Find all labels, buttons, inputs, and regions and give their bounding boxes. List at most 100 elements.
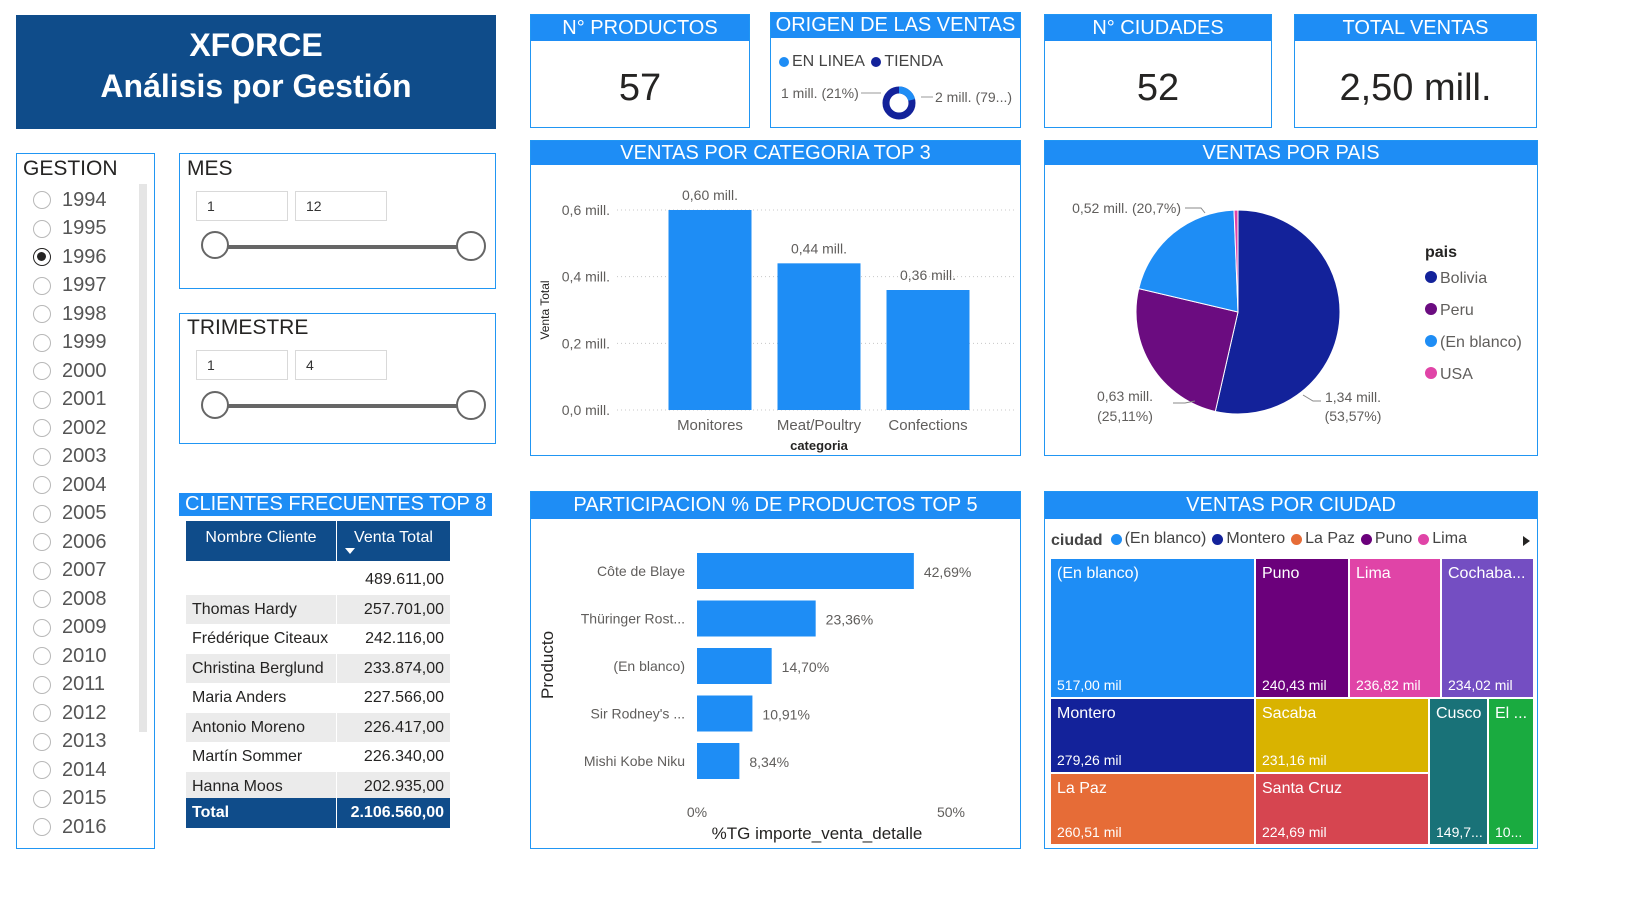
legend-label-bolivia[interactable]: Bolivia <box>1440 270 1487 287</box>
mes-slider-max-handle[interactable] <box>456 231 486 261</box>
mes-min-input[interactable]: 1 <box>196 191 288 221</box>
gestion-option-2005[interactable]: 2005 <box>33 501 107 527</box>
gestion-option-2002[interactable]: 2002 <box>33 415 107 441</box>
legend-marker-peru <box>1425 303 1437 315</box>
bar-monitores[interactable] <box>668 210 752 410</box>
gestion-option-label: 2005 <box>62 502 107 524</box>
trimestre-min-input[interactable]: 1 <box>196 350 288 380</box>
gestion-scrollbar[interactable] <box>139 184 147 732</box>
gestion-option-2001[interactable]: 2001 <box>33 387 107 413</box>
trimestre-slider-min-handle[interactable] <box>201 391 229 419</box>
gestion-option-1998[interactable]: 1998 <box>33 301 107 327</box>
gestion-option-2013[interactable]: 2013 <box>33 729 107 755</box>
gestion-option-1997[interactable]: 1997 <box>33 273 107 299</box>
gestion-option-2012[interactable]: 2012 <box>33 700 107 726</box>
radio-button[interactable] <box>33 276 51 295</box>
radio-button[interactable] <box>33 818 51 836</box>
treemap-tile-montero[interactable]: Montero 279,26 mil <box>1050 698 1255 773</box>
radio-button[interactable] <box>33 647 51 665</box>
bar-meat-poultry[interactable] <box>777 263 861 410</box>
gestion-option-2016[interactable]: 2016 <box>33 814 107 840</box>
radio-button[interactable] <box>33 362 51 380</box>
treemap-tile-santa-cruz[interactable]: Santa Cruz 224,69 mil <box>1255 773 1429 845</box>
client-name-cell <box>186 565 336 595</box>
legend-label-en-blanco[interactable]: (En blanco) <box>1440 334 1522 351</box>
gestion-option-2015[interactable]: 2015 <box>33 786 107 812</box>
gestion-option-2011[interactable]: 2011 <box>33 672 105 698</box>
legend-next-icon[interactable] <box>1523 536 1530 546</box>
treemap-tile-puno[interactable]: Puno 240,43 mil <box>1255 558 1349 698</box>
origen-ventas-card: ORIGEN DE LAS VENTAS EN LINEA TIENDA 1 m… <box>770 12 1021 128</box>
gestion-option-1995[interactable]: 1995 <box>33 216 107 242</box>
mes-slider-min-handle[interactable] <box>201 231 229 259</box>
tile-value: 149,7... <box>1436 824 1483 840</box>
legend-la-paz[interactable]: La Paz <box>1291 530 1355 548</box>
radio-button[interactable] <box>33 561 51 580</box>
treemap-tile-sacaba[interactable]: Sacaba 231,16 mil <box>1255 698 1429 773</box>
bar-sir-rodney-s[interactable] <box>697 695 753 732</box>
radio-button[interactable] <box>33 618 51 637</box>
gestion-option-1999[interactable]: 1999 <box>33 330 107 356</box>
trimestre-slider-max-handle[interactable] <box>456 390 486 420</box>
radio-button[interactable] <box>33 219 51 238</box>
gestion-option-2006[interactable]: 2006 <box>33 529 107 555</box>
legend-montero[interactable]: Montero <box>1212 530 1285 548</box>
trimestre-slider-track[interactable] <box>216 404 471 408</box>
radio-button[interactable] <box>33 504 51 523</box>
gestion-option-2007[interactable]: 2007 <box>33 558 107 584</box>
bar-th-ringer-rost[interactable] <box>697 600 816 637</box>
gestion-option-2014[interactable]: 2014 <box>33 757 107 783</box>
radio-button[interactable] <box>33 390 51 409</box>
bar-data-label: 0,60 mill. <box>682 187 738 203</box>
radio-button[interactable] <box>33 533 51 551</box>
gestion-option-2010[interactable]: 2010 <box>33 643 107 669</box>
gestion-option-2009[interactable]: 2009 <box>33 615 107 641</box>
bar-mishi-kobe-niku[interactable] <box>697 743 740 779</box>
radio-button[interactable] <box>33 590 51 608</box>
radio-button[interactable] <box>33 675 51 694</box>
radio-button[interactable] <box>33 419 51 437</box>
trimestre-max-input[interactable]: 4 <box>295 350 387 380</box>
treemap-tile-lima[interactable]: Lima 236,82 mil <box>1349 558 1441 698</box>
legend-en-blanco[interactable]: (En blanco) <box>1110 530 1206 548</box>
gestion-option-2004[interactable]: 2004 <box>33 472 107 498</box>
col-header-venta-total[interactable]: Venta Total <box>337 521 450 561</box>
gestion-option-2003[interactable]: 2003 <box>33 444 107 470</box>
treemap-tile-el[interactable]: El ... 10... <box>1488 698 1534 845</box>
legend-puno[interactable]: Puno <box>1360 530 1412 548</box>
legend-lima[interactable]: Lima <box>1418 530 1467 548</box>
y-tick-label: Côte de Blaye <box>597 563 685 579</box>
gestion-option-1994[interactable]: 1994 <box>33 187 107 213</box>
tile-name: Lima <box>1356 565 1391 582</box>
radio-button[interactable] <box>33 732 51 751</box>
treemap-tile-la-paz[interactable]: La Paz 260,51 mil <box>1050 773 1255 845</box>
legend-label-usa[interactable]: USA <box>1440 366 1473 383</box>
treemap-tile-en-blanco[interactable]: (En blanco) 517,00 mil <box>1050 558 1255 698</box>
gestion-option-label: 2004 <box>62 473 107 496</box>
col-header-nombre[interactable]: Nombre Cliente <box>186 521 336 561</box>
radio-button[interactable] <box>33 789 51 808</box>
radio-button[interactable] <box>33 761 51 779</box>
mes-max-input[interactable]: 12 <box>295 191 387 221</box>
kpi-ciudades-title: N° CIUDADES <box>1045 15 1271 41</box>
gestion-option-2008[interactable]: 2008 <box>33 586 107 612</box>
radio-button[interactable] <box>33 447 51 466</box>
gestion-option-label: 1998 <box>62 302 107 325</box>
radio-button[interactable] <box>33 333 51 352</box>
y-tick-label: 0,6 mill. <box>562 202 610 218</box>
bar-confections[interactable] <box>886 290 970 410</box>
client-name-cell: Hanna Moos <box>186 771 336 801</box>
gestion-option-2000[interactable]: 2000 <box>33 358 107 384</box>
treemap-tile-cusco[interactable]: Cusco 149,7... <box>1429 698 1488 845</box>
radio-button[interactable] <box>33 191 51 209</box>
radio-button[interactable] <box>33 248 51 266</box>
bar-c-te-de-blaye[interactable] <box>697 553 914 589</box>
legend-label-peru[interactable]: Peru <box>1440 302 1474 319</box>
radio-button[interactable] <box>33 704 51 722</box>
mes-slider-track[interactable] <box>216 245 471 249</box>
bar-en-blanco[interactable] <box>697 648 772 684</box>
radio-button[interactable] <box>33 305 51 323</box>
treemap-tile-cochaba[interactable]: Cochaba... 234,02 mil <box>1441 558 1534 698</box>
radio-button[interactable] <box>33 476 51 494</box>
gestion-option-1996[interactable]: 1996 <box>33 244 107 270</box>
